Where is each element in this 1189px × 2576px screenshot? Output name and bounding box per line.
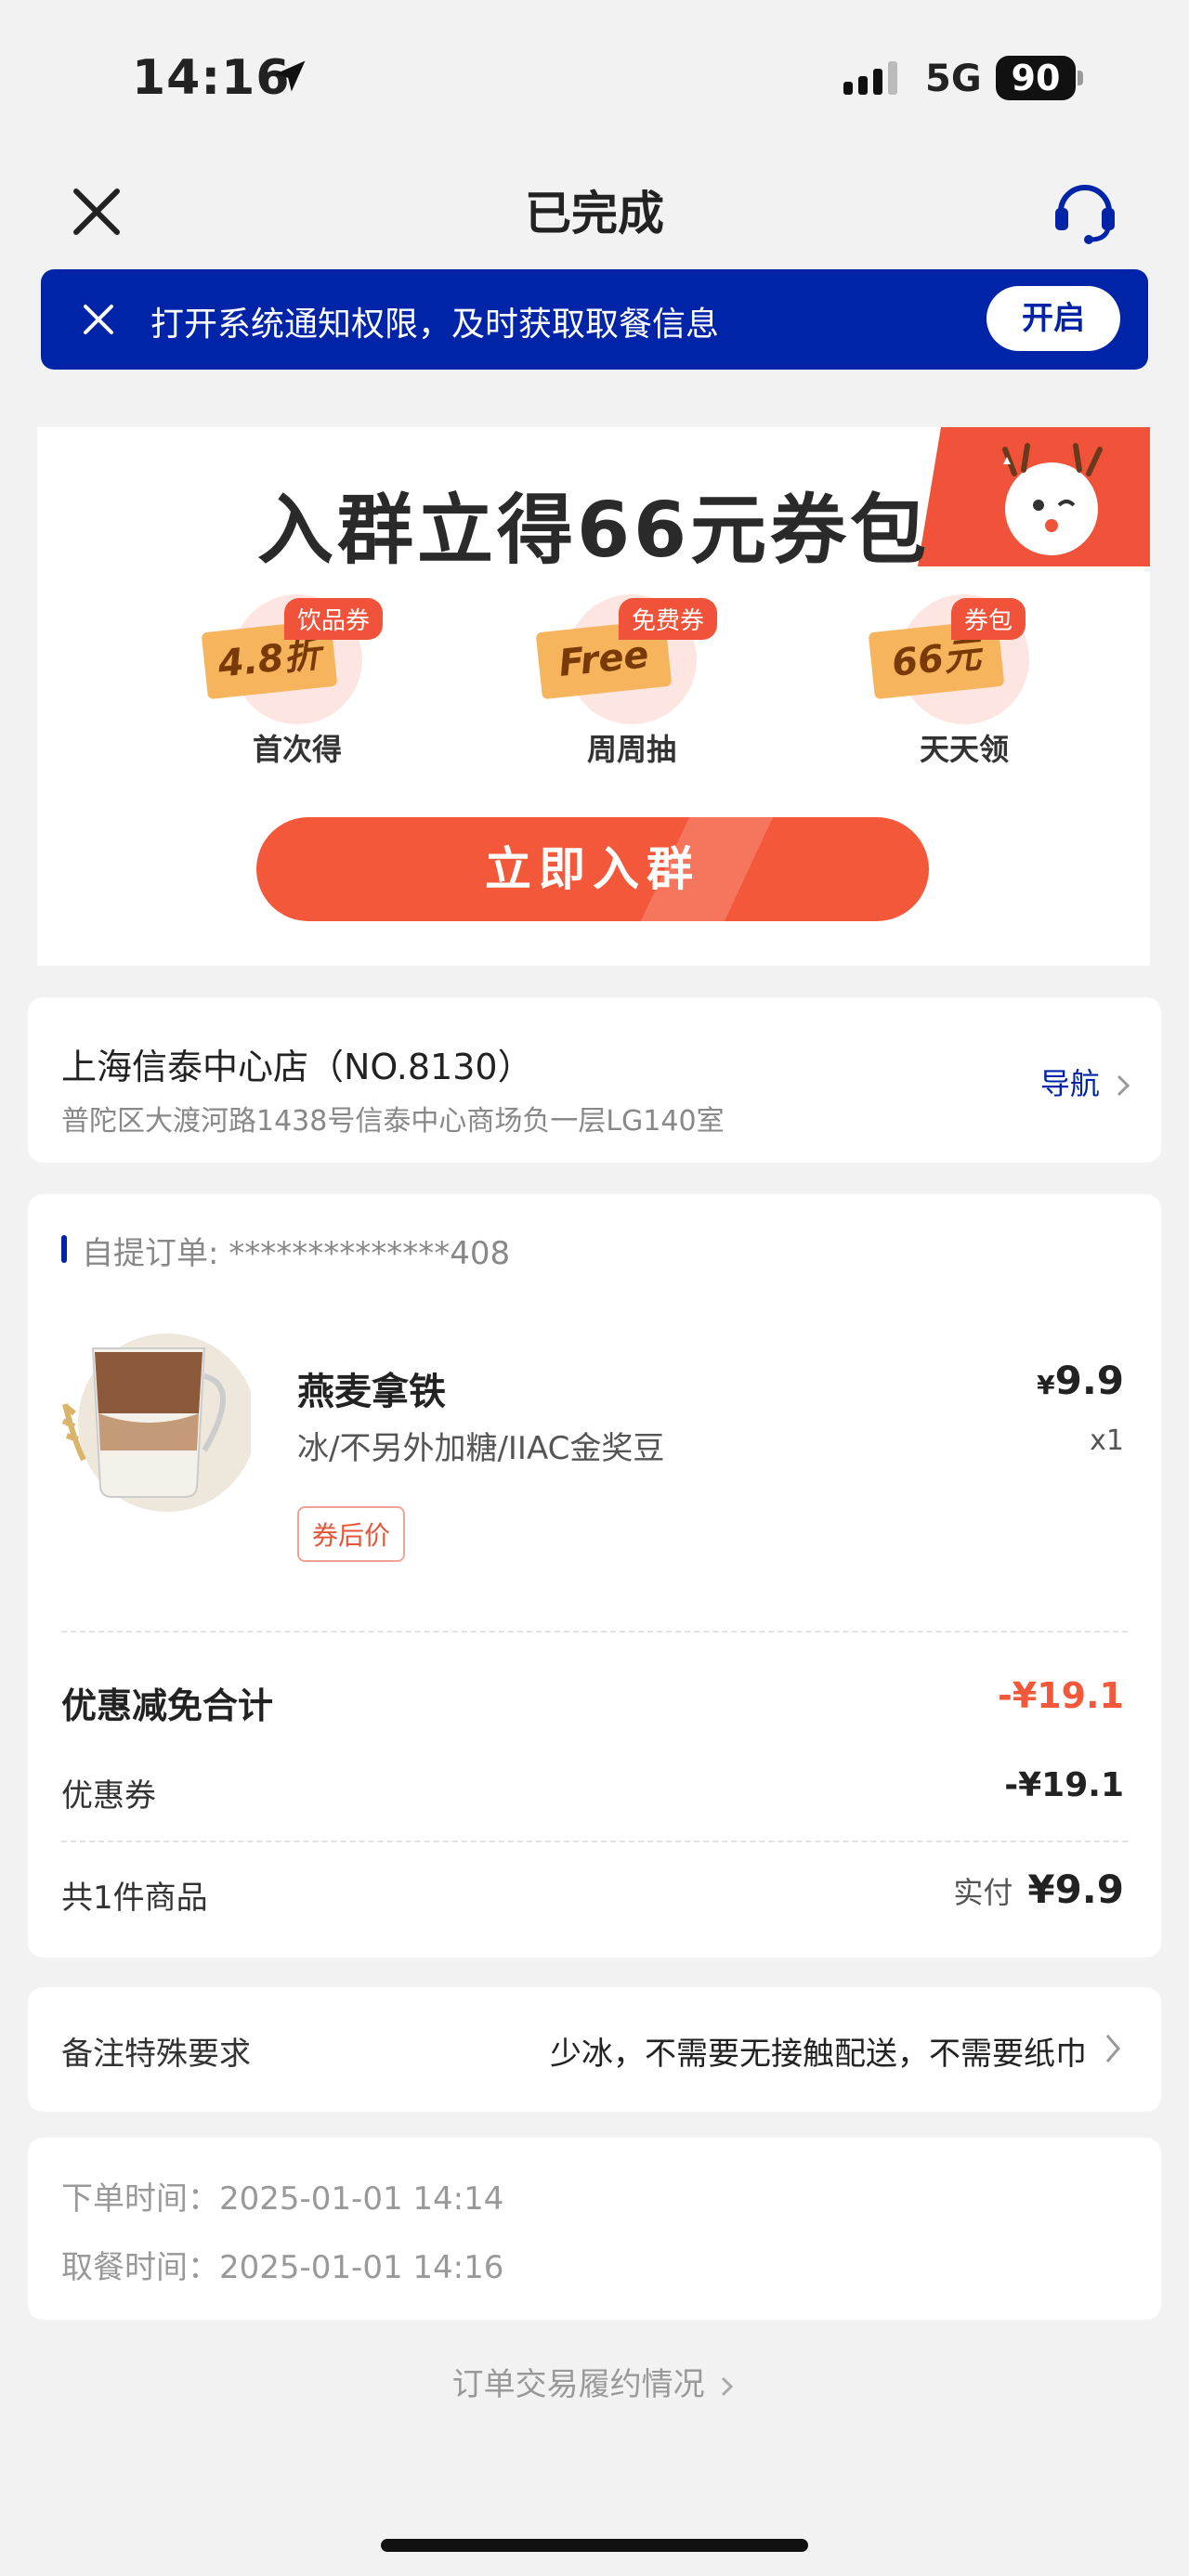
customer-service-icon[interactable]: [1050, 175, 1120, 245]
dismiss-banner-icon[interactable]: [80, 301, 117, 338]
order-card: 自提订单: **************408 燕麦拿铁 冰/不另外加糖/IIA…: [28, 1194, 1161, 1958]
enable-notification-button[interactable]: 开启: [986, 286, 1120, 351]
discount-total-value: -¥19.1: [998, 1675, 1124, 1716]
chevron-right-icon: [1117, 1074, 1130, 1097]
coupon-value: -¥19.1: [1004, 1766, 1124, 1804]
battery-icon: 90: [996, 56, 1076, 100]
promo-title: 入群立得66元券包: [256, 487, 931, 575]
remark-card[interactable]: 备注特殊要求 少冰，不需要无接触配送，不需要纸巾: [28, 1987, 1161, 2112]
order-time: 下单时间：2025-01-01 14:14: [61, 2180, 504, 2218]
status-bar: 14:16 5G 90: [0, 0, 1189, 149]
banner-text: 打开系统通知权限，及时获取取餐信息: [150, 306, 720, 344]
price-value: 9.9: [1054, 1358, 1124, 1403]
network-type: 5G: [925, 58, 982, 100]
remark-value: 少冰，不需要无接触配送，不需要纸巾: [550, 2036, 1087, 2073]
page-title: 已完成: [525, 187, 664, 241]
battery-tip: [1078, 71, 1083, 85]
signal-icon: [843, 61, 897, 95]
product-image: [61, 1334, 251, 1512]
divider: [61, 1631, 1128, 1633]
notification-banner: 打开系统通知权限，及时获取取餐信息 开启: [41, 269, 1148, 370]
fulfillment-link[interactable]: 订单交易履约情况: [0, 2359, 1189, 2404]
coupon-tag: 饮品券: [284, 598, 384, 640]
product-name: 燕麦拿铁: [297, 1371, 446, 1413]
price-badge: 券后价: [297, 1506, 406, 1562]
order-times-card: 下单时间：2025-01-01 14:14 取餐时间：2025-01-01 14…: [28, 2138, 1161, 2320]
paid-label: 实付: [953, 1875, 1013, 1910]
chevron-right-icon: [1105, 2035, 1120, 2062]
join-group-label: 立即入群: [485, 842, 700, 896]
coupon-tag: 券包: [951, 598, 1026, 640]
store-address: 普陀区大渡河路1438号信泰中心商场负一层LG140室: [61, 1105, 725, 1138]
item-count: 共1件商品: [61, 1880, 208, 1917]
status-time: 14:16: [132, 50, 291, 106]
paid-amount: 实付 ¥9.9: [953, 1867, 1124, 1912]
store-name: 上海信泰中心店（NO.8130）: [61, 1047, 533, 1087]
product-quantity: x1: [1090, 1425, 1124, 1457]
coupon-label: 周周抽: [586, 732, 676, 767]
join-group-button[interactable]: 立即入群: [256, 817, 929, 921]
coupon-item: 66元 券包 天天领: [862, 594, 1066, 771]
promo-card[interactable]: 入群立得66元券包 4.8折 饮品券 首次得 Free 免费券 周周抽 66元 …: [37, 427, 1150, 966]
divider: [61, 1841, 1128, 1842]
order-label-marker: [61, 1235, 67, 1263]
paid-value: ¥9.9: [1027, 1867, 1124, 1912]
coupon-item: 4.8折 饮品券 首次得: [195, 594, 399, 771]
currency-symbol: ¥: [1037, 1370, 1055, 1400]
home-indicator[interactable]: [381, 2539, 808, 2552]
coupon-tag: 免费券: [619, 598, 718, 640]
remark-label: 备注特殊要求: [61, 2036, 251, 2073]
navigation-link[interactable]: 导航: [1040, 1060, 1133, 1103]
coupon-label: 优惠券: [61, 1777, 156, 1815]
chevron-right-icon: [722, 2376, 734, 2396]
coupon-label: 首次得: [252, 732, 342, 767]
product-options: 冰/不另外加糖/IIAC金奖豆: [297, 1430, 665, 1467]
coupon-label: 天天领: [919, 732, 1009, 767]
pickup-time: 取餐时间：2025-01-01 14:16: [61, 2249, 504, 2286]
product-price: ¥9.9: [1037, 1358, 1124, 1403]
location-arrow-icon: [274, 60, 306, 92]
discount-total-label: 优惠减免合计: [61, 1685, 274, 1726]
close-icon[interactable]: [67, 182, 126, 241]
navigation-label: 导航: [1039, 1066, 1100, 1101]
order-number: 自提订单: **************408: [82, 1235, 511, 1272]
coupon-item: Free 免费券 周周抽: [529, 594, 734, 771]
store-card: 上海信泰中心店（NO.8130） 普陀区大渡河路1438号信泰中心商场负一层LG…: [28, 997, 1161, 1163]
fulfillment-link-label: 订单交易履约情况: [451, 2366, 705, 2403]
